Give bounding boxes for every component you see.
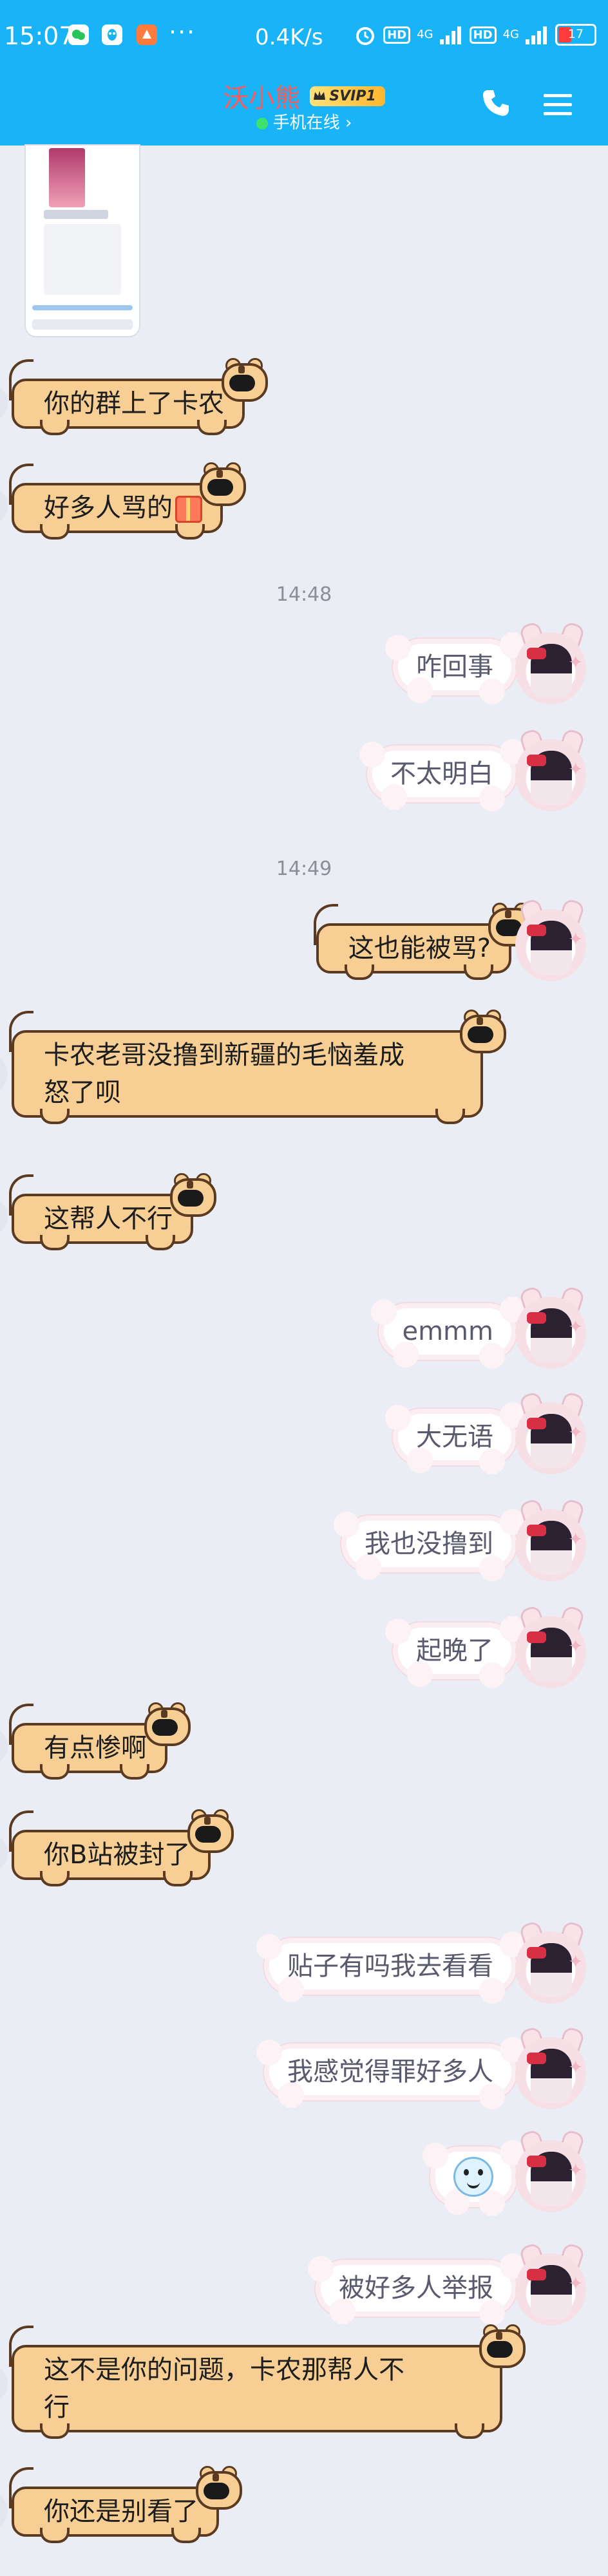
status-bar: 15:07 ··· 0.4K/s HD 4G HD 4G 17 [0,0,608,77]
tiger-icon [195,2466,242,2510]
message-bubble[interactable]: emmm [371,1297,526,1369]
avatar[interactable]: ✦ [515,1604,589,1691]
app-icon [137,24,157,45]
message-bubble[interactable]: 你B站被封了 [9,1809,234,1886]
message-bubble[interactable]: 我也没撸到 [334,1509,526,1581]
message-text: 贴子有吗我去看看 [287,1951,493,1981]
vip-badge: SVIP1 [310,86,385,106]
vip-level: SVIP1 [329,88,376,104]
message-bubble[interactable]: 这也能被骂? [313,903,535,980]
message-text: 这帮人不行 [44,1204,173,1234]
message-text: 不太明白 [390,759,493,789]
message-bubble[interactable]: 你还是别看了 [9,2466,242,2543]
message-text-line-2: 行 [44,2393,70,2422]
status-time: 15:07 [4,22,75,50]
tiger-icon [169,1173,216,1217]
avatar[interactable]: ✦ [515,1920,589,2006]
avatar[interactable] [0,384,8,422]
wechat-icon [68,24,89,45]
network-speed: 0.4K/s [255,24,323,50]
tiger-icon [220,358,268,402]
alarm-icon [356,27,375,45]
message-text: 你的群上了卡农 [44,389,224,418]
status-right-icons: HD 4G HD 4G 17 [354,23,596,46]
message-text: 大无语 [416,1422,493,1452]
crown-icon [314,90,326,100]
avatar[interactable] [0,487,8,525]
battery-icon: 17 [555,24,596,46]
message-bubble[interactable]: 我感觉得罪好多人 [256,2037,526,2109]
avatar[interactable] [0,1055,8,1093]
more-notifications: ··· [169,18,196,46]
message-bubble[interactable]: 好多人骂的 [9,462,246,540]
message-bubble[interactable]: 起晚了 [385,1616,526,1688]
timestamp: 14:48 [276,583,332,606]
message-bubble[interactable]: 有点惨啊 [9,1702,191,1780]
timestamp: 14:49 [276,858,332,880]
tiger-icon [186,1809,234,1853]
message-text: 被好多人举报 [339,2273,493,2303]
message-text: 我也没撸到 [365,1529,493,1559]
message-text: 这也能被骂? [348,934,491,963]
message-bubble[interactable]: 这帮人不行 [9,1173,216,1250]
network-type-2: 4G [502,28,519,41]
avatar[interactable] [0,2364,8,2403]
battery-level: 17 [567,27,584,41]
avatar[interactable]: ✦ [515,2026,589,2112]
phone-icon[interactable] [479,86,513,120]
message-text: 咋回事 [416,652,493,682]
message-text: 我感觉得罪好多人 [287,2057,493,2087]
message-bubble[interactable]: 大无语 [385,1402,526,1474]
message-text: 有点惨啊 [44,1733,147,1763]
message-bubble[interactable]: 不太明白 [359,739,526,811]
message-text: 你还是别看了 [44,2497,198,2526]
avatar[interactable]: ✦ [515,1498,589,1584]
chevron-right-icon: › [345,113,352,133]
avatar[interactable]: ✦ [515,1391,589,1477]
menu-icon[interactable] [541,88,575,121]
smile-face-icon [453,2157,493,2197]
avatar[interactable] [0,1834,8,1872]
signal-icon [439,26,461,44]
message-bubble[interactable]: 卡农老哥没撸到新疆的毛恼羞成 怒了呗 [9,1010,506,1124]
message-bubble[interactable]: 贴子有吗我去看看 [256,1932,526,2004]
message-text: 这不是你的问题，卡农那帮人不 [44,2355,404,2385]
message-text: 卡农老哥没撸到新疆的毛恼羞成 [44,1040,404,1070]
network-type-1: 4G [417,28,433,41]
avatar[interactable]: ✦ [515,621,589,707]
message-bubble[interactable]: 这不是你的问题，卡农那帮人不 行 [9,2324,526,2439]
tiger-icon [459,1010,506,1053]
sticker-bubble[interactable] [423,2140,526,2216]
avatar[interactable]: ✦ [515,728,589,814]
avatar[interactable]: ✦ [515,2129,589,2215]
avatar[interactable] [0,1727,8,1765]
hd-badge-1: HD [383,26,411,44]
online-dot-icon [256,117,268,129]
avatar[interactable]: ✦ [515,1285,589,1371]
message-text: 好多人骂的 [44,493,173,523]
hd-badge-2: HD [469,26,497,44]
message-bubble[interactable]: 被好多人举报 [308,2253,526,2326]
message-bubble[interactable]: 你的群上了卡农 [9,358,268,435]
tiger-icon [478,2324,526,2368]
message-bubble[interactable]: 咋回事 [385,632,526,704]
avatar[interactable]: ✦ [515,2242,589,2328]
chat-header: 沃小熊 SVIP1 手机在线 › [0,77,608,146]
avatar[interactable] [0,1198,8,1236]
message-list[interactable]: 你的群上了卡农 好多人骂的 14:48 咋回事 ✦ 不太明白 ✦ 14:49 这… [0,146,608,2576]
message-text: 你B站被封了 [44,1840,191,1870]
message-text: 起晚了 [416,1636,493,1666]
image-message[interactable] [26,146,139,336]
online-status: 手机在线 › [0,109,608,133]
online-status-text: 手机在线 [272,113,340,133]
message-text: emmm [402,1317,493,1346]
avatar[interactable]: ✦ [515,898,589,984]
message-text-line-2: 怒了呗 [44,1078,121,1107]
tiger-icon [143,1702,191,1746]
avatar[interactable] [0,2492,8,2530]
qq-icon [102,24,122,45]
tiger-icon [198,462,246,506]
signal-icon [526,26,547,44]
